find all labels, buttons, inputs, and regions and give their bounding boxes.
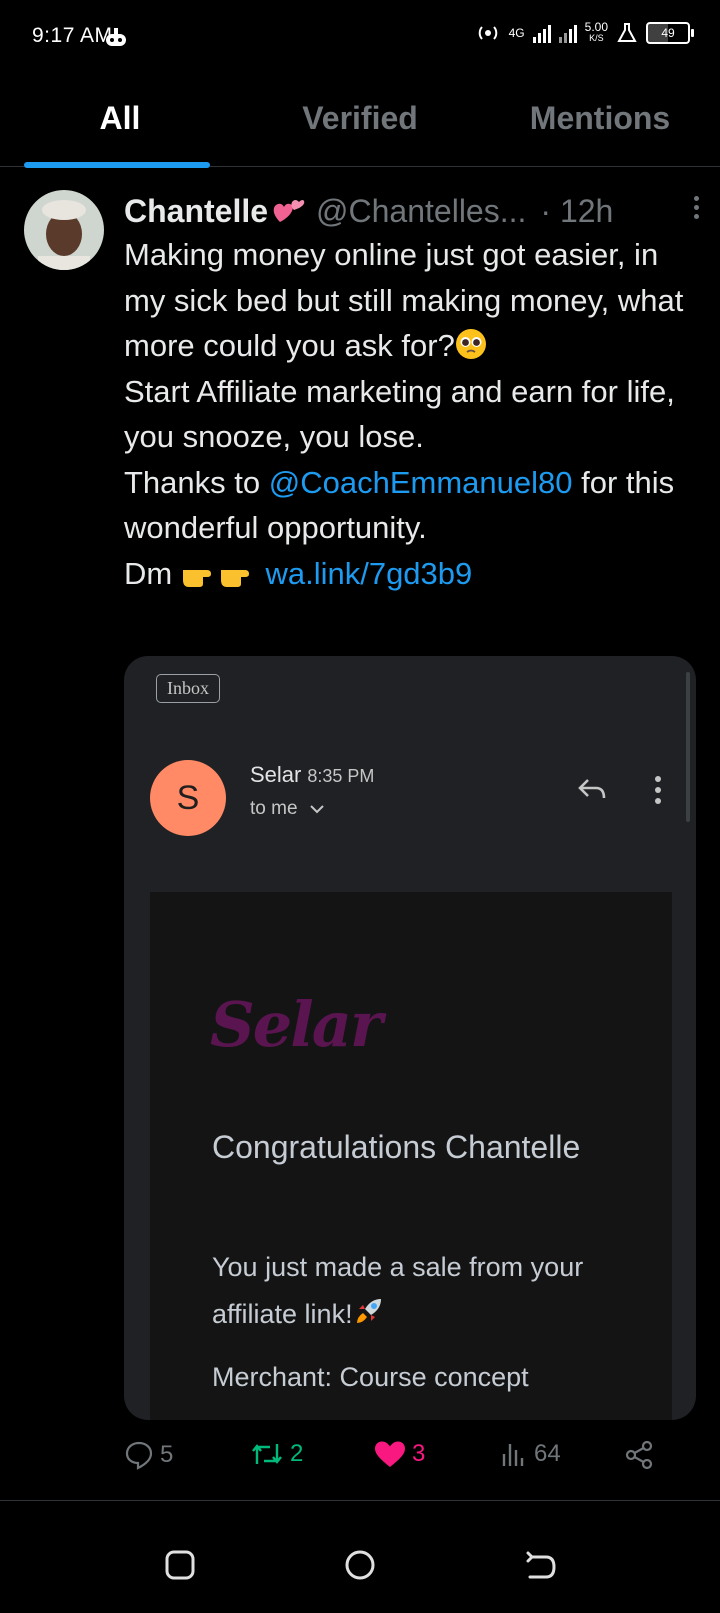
reply-button[interactable]: 5 xyxy=(124,1440,173,1470)
email-more-icon xyxy=(654,776,662,806)
hotspot-icon xyxy=(478,26,497,40)
inbox-label: Inbox xyxy=(156,674,220,703)
retweet-count: 2 xyxy=(290,1440,304,1467)
wa-link[interactable]: wa.link/7gd3b9 xyxy=(265,556,472,591)
tab-all[interactable]: All xyxy=(0,90,240,168)
reply-count: 5 xyxy=(160,1441,174,1468)
author-name[interactable]: Chantelle xyxy=(124,193,268,230)
recents-icon[interactable] xyxy=(164,1549,196,1581)
net-speed: 5.00 K/S xyxy=(584,20,608,43)
mention-link[interactable]: @CoachEmmanuel80 xyxy=(269,465,573,500)
tab-verified[interactable]: Verified xyxy=(240,90,480,166)
tweet-line-4: Dm wa.link/7gd3b9 xyxy=(124,555,473,591)
analytics-icon xyxy=(502,1444,524,1466)
tweet-line-3: Thanks to @CoachEmmanuel80 for this wond… xyxy=(124,464,675,546)
rocket-icon xyxy=(356,1299,381,1323)
sender-name: Selar xyxy=(250,762,302,787)
tweet-line-1: Making money online just got easier, in … xyxy=(124,237,684,363)
scrollbar xyxy=(686,672,690,822)
heart-icon xyxy=(375,1441,405,1467)
system-nav-bar xyxy=(0,1500,720,1613)
tweet-header: Chantelle @Chantelles... · 12h xyxy=(124,190,704,232)
share-icon xyxy=(625,1440,653,1470)
retweet-icon xyxy=(252,1444,282,1464)
avatar[interactable] xyxy=(24,190,104,270)
tweet-line-2: Start Affiliate marketing and earn for l… xyxy=(124,373,675,455)
network-type: 4G xyxy=(508,26,525,40)
sent-time: 8:35 PM xyxy=(307,766,375,786)
pleading-face-icon xyxy=(455,329,486,359)
home-icon[interactable] xyxy=(344,1549,376,1581)
selar-logo: Selar xyxy=(210,988,383,1061)
status-icons: 4G 5.00 K/S 49 xyxy=(475,20,694,44)
active-tab-indicator xyxy=(24,162,210,168)
like-button[interactable]: 3 xyxy=(374,1440,425,1468)
reply-icon xyxy=(578,779,606,799)
robot-icon xyxy=(106,28,126,46)
flask-icon xyxy=(617,23,637,42)
author-handle[interactable]: @Chantelles... xyxy=(316,193,526,230)
sender-avatar: S xyxy=(150,760,226,836)
battery-icon: 49 xyxy=(646,22,694,44)
email-body: Selar Congratulations Chantelle You just… xyxy=(150,892,672,1420)
like-count: 3 xyxy=(412,1440,426,1467)
tweet-actions: 5 2 3 64 xyxy=(124,1440,684,1480)
tab-mentions[interactable]: Mentions xyxy=(480,90,720,166)
status-time: 9:17 AM xyxy=(32,24,113,47)
recipient: to me xyxy=(250,798,325,820)
tweet-time: · 12h xyxy=(540,192,614,229)
attached-image[interactable]: Inbox S Selar 8:35 PM to me Selar Congrat… xyxy=(124,656,696,1420)
signal-icon-2 xyxy=(558,23,577,43)
email-message: You just made a sale from your affiliate… xyxy=(212,1252,584,1329)
sender-line: Selar 8:35 PM xyxy=(250,762,374,788)
views-button[interactable]: 64 xyxy=(500,1440,561,1468)
tab-bar: All Verified Mentions xyxy=(0,90,720,168)
email-merchant: Merchant: Course concept xyxy=(212,1362,529,1392)
two-hearts-icon xyxy=(273,200,305,222)
pointing-hand-icon xyxy=(220,569,249,587)
share-button[interactable] xyxy=(624,1440,654,1470)
pointing-hand-icon xyxy=(182,569,211,587)
comment-icon xyxy=(125,1441,153,1470)
back-icon[interactable] xyxy=(524,1549,558,1581)
signal-icon xyxy=(532,23,551,43)
email-heading: Congratulations Chantelle xyxy=(212,1129,581,1165)
tweet-text: Making money online just got easier, in … xyxy=(124,232,704,596)
more-options-icon[interactable] xyxy=(692,194,700,222)
view-count: 64 xyxy=(534,1440,561,1467)
retweet-button[interactable]: 2 xyxy=(250,1440,303,1468)
status-bar: 9:17 AM 4G 5.00 K/S 49 xyxy=(0,0,720,72)
chevron-down-icon xyxy=(310,805,324,814)
